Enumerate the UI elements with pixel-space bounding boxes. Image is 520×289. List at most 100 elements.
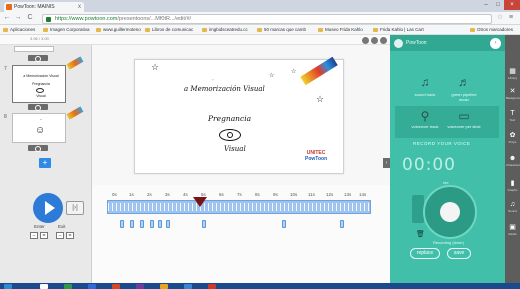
play-button[interactable] bbox=[33, 193, 63, 223]
props-icon: ✿ bbox=[509, 132, 516, 139]
panel-toggle-button[interactable]: › bbox=[490, 38, 501, 49]
exit-transition-button[interactable]: = bbox=[66, 232, 74, 239]
enter-transition-button[interactable]: = bbox=[40, 232, 48, 239]
object-marker[interactable] bbox=[140, 220, 144, 228]
save-button[interactable]: save bbox=[447, 248, 471, 259]
slide-options-button[interactable] bbox=[28, 55, 48, 62]
panel-collapse-arrow[interactable]: › bbox=[383, 158, 390, 168]
bookmark-item[interactable]: Otros marcadores bbox=[470, 25, 513, 34]
add-slide-button[interactable]: + bbox=[39, 158, 51, 168]
taskbar-app-icon[interactable] bbox=[88, 284, 96, 289]
tab-close-icon[interactable]: x bbox=[78, 2, 81, 12]
bookmark-item[interactable]: Museo Frida Kahlo bbox=[318, 25, 363, 34]
slide-thumb-title-2: ~ bbox=[39, 118, 43, 122]
trash-icon[interactable]: 🗑 bbox=[416, 230, 425, 238]
record-button[interactable] bbox=[440, 202, 460, 222]
slide-title-text[interactable]: a Memorización Visual bbox=[184, 85, 304, 93]
sound-option-label[interactable]: sound track bbox=[408, 92, 442, 97]
powtoon-favicon-icon bbox=[6, 4, 12, 10]
timeline-playhead[interactable] bbox=[193, 197, 207, 207]
characters-icon: ☻ bbox=[508, 155, 517, 162]
music-icon[interactable]: ♬ bbox=[455, 74, 473, 90]
person-figure-icon: ☺ bbox=[35, 125, 46, 136]
reload-icon[interactable]: C bbox=[26, 14, 34, 22]
slide-mic-icon[interactable]: ▭ bbox=[455, 108, 473, 124]
star-doodle-icon: ☆ bbox=[269, 73, 275, 79]
ruler-label: 14s bbox=[359, 192, 367, 197]
menu-icon[interactable]: ≡ bbox=[507, 14, 515, 22]
object-marker[interactable] bbox=[120, 220, 124, 228]
zoom-label: 3.96 / 3.00 bbox=[30, 36, 49, 41]
slide-options-button[interactable] bbox=[28, 145, 48, 152]
bookmark-item[interactable]: Frida Kahlo | Las Cart bbox=[373, 25, 424, 34]
recording-status: Recording (timer) bbox=[433, 240, 464, 245]
close-window-button[interactable]: × bbox=[504, 0, 520, 10]
tool-backgrounds[interactable]: ✕Backgrounds bbox=[506, 88, 520, 100]
bookmark-item[interactable]: 50 marcas que camb bbox=[257, 25, 306, 34]
ruler-label: 7s bbox=[237, 192, 242, 197]
forward-arrow-icon[interactable]: → bbox=[14, 14, 22, 22]
taskbar-app-icon[interactable] bbox=[64, 284, 72, 289]
panel-header-name: PowToon bbox=[406, 40, 427, 46]
taskbar-app-icon[interactable] bbox=[184, 284, 192, 289]
bookmark-item[interactable]: www.guillermoteno bbox=[96, 25, 141, 34]
eye-icon bbox=[219, 129, 241, 141]
music-note-icon[interactable]: ♫ bbox=[416, 74, 434, 90]
browser-tab[interactable]: PowToon: MAINIS x bbox=[4, 2, 84, 12]
backgrounds-icon: ✕ bbox=[509, 88, 516, 95]
sound-option-label[interactable]: voiceover per slide bbox=[447, 124, 481, 129]
taskbar-app-icon[interactable] bbox=[112, 284, 120, 289]
step-forward-button[interactable]: [›] bbox=[66, 201, 84, 215]
sound-icon: ♫ bbox=[509, 201, 516, 208]
bookmark-item[interactable]: Libros de comunicac bbox=[145, 25, 193, 34]
tool-media[interactable]: ▣ Media bbox=[506, 224, 519, 236]
taskbar-app-icon[interactable] bbox=[136, 284, 144, 289]
object-marker[interactable] bbox=[158, 220, 162, 228]
view-toggle-button[interactable] bbox=[371, 37, 378, 44]
object-marker[interactable] bbox=[282, 220, 286, 228]
tool-sound[interactable]: ♫ Sound bbox=[506, 201, 519, 213]
slide-subtitle-text[interactable]: Pregnancia bbox=[208, 114, 251, 123]
view-toggle-button[interactable] bbox=[380, 37, 387, 44]
slide-thumb-title: a Memorización Visual bbox=[23, 74, 59, 78]
exit-transition-button[interactable]: – bbox=[56, 232, 64, 239]
tool-library[interactable]: ▦ Library bbox=[506, 68, 519, 80]
slide-options-button[interactable] bbox=[28, 104, 48, 111]
star-bookmark-icon[interactable]: ☆ bbox=[496, 14, 504, 22]
ruler-label: 11s bbox=[308, 192, 315, 197]
slide-caption-text[interactable]: Visual bbox=[224, 145, 246, 153]
replace-button[interactable]: replace bbox=[410, 248, 440, 259]
microphone-icon[interactable]: ⚲ bbox=[416, 108, 434, 124]
sound-option-label[interactable]: green pipeline music bbox=[447, 92, 481, 102]
object-marker[interactable] bbox=[202, 220, 206, 228]
bookmark-item[interactable]: imgbidsceatredu.cc bbox=[202, 25, 248, 34]
back-arrow-icon[interactable]: ← bbox=[3, 14, 11, 22]
slide-thumbnail[interactable]: ~ ☺ bbox=[12, 113, 66, 143]
sound-option-label[interactable]: voiceover track bbox=[408, 124, 442, 129]
bookmark-item[interactable]: Imagen Corporativa bbox=[43, 25, 90, 34]
text-icon: T bbox=[510, 110, 515, 117]
eye-icon bbox=[36, 88, 44, 93]
tool-props[interactable]: ✿ Props bbox=[506, 132, 519, 144]
tool-characters[interactable]: ☻ Characters bbox=[506, 155, 520, 167]
view-toggle-button[interactable] bbox=[362, 37, 369, 44]
enter-transition-button[interactable]: – bbox=[30, 232, 38, 239]
tool-text[interactable]: T Text bbox=[506, 110, 519, 122]
object-marker[interactable] bbox=[340, 220, 344, 228]
slide-thumbnail-partial[interactable] bbox=[14, 46, 54, 52]
bookmark-item[interactable]: Aplicaciones bbox=[3, 25, 35, 34]
object-marker[interactable] bbox=[150, 220, 154, 228]
start-button-icon[interactable] bbox=[4, 284, 12, 289]
object-marker[interactable] bbox=[130, 220, 134, 228]
slide-thumbnail-selected[interactable]: a Memorización Visual Pregnancia Visual bbox=[12, 65, 66, 103]
tool-graphs[interactable]: ▮ Graphs bbox=[506, 180, 519, 192]
maximize-button[interactable]: □ bbox=[492, 0, 504, 10]
url-input[interactable]: https://www.powtoon.com/presentoons/...M… bbox=[42, 14, 492, 24]
object-marker[interactable] bbox=[166, 220, 170, 228]
taskbar-app-icon[interactable] bbox=[208, 284, 216, 289]
taskbar-app-icon[interactable] bbox=[40, 284, 48, 289]
taskbar-app-icon[interactable] bbox=[160, 284, 168, 289]
minimize-button[interactable]: – bbox=[480, 0, 492, 10]
star-doodle-icon: ☆ bbox=[291, 69, 297, 75]
tab-title: PowToon: MAINIS bbox=[14, 4, 55, 10]
